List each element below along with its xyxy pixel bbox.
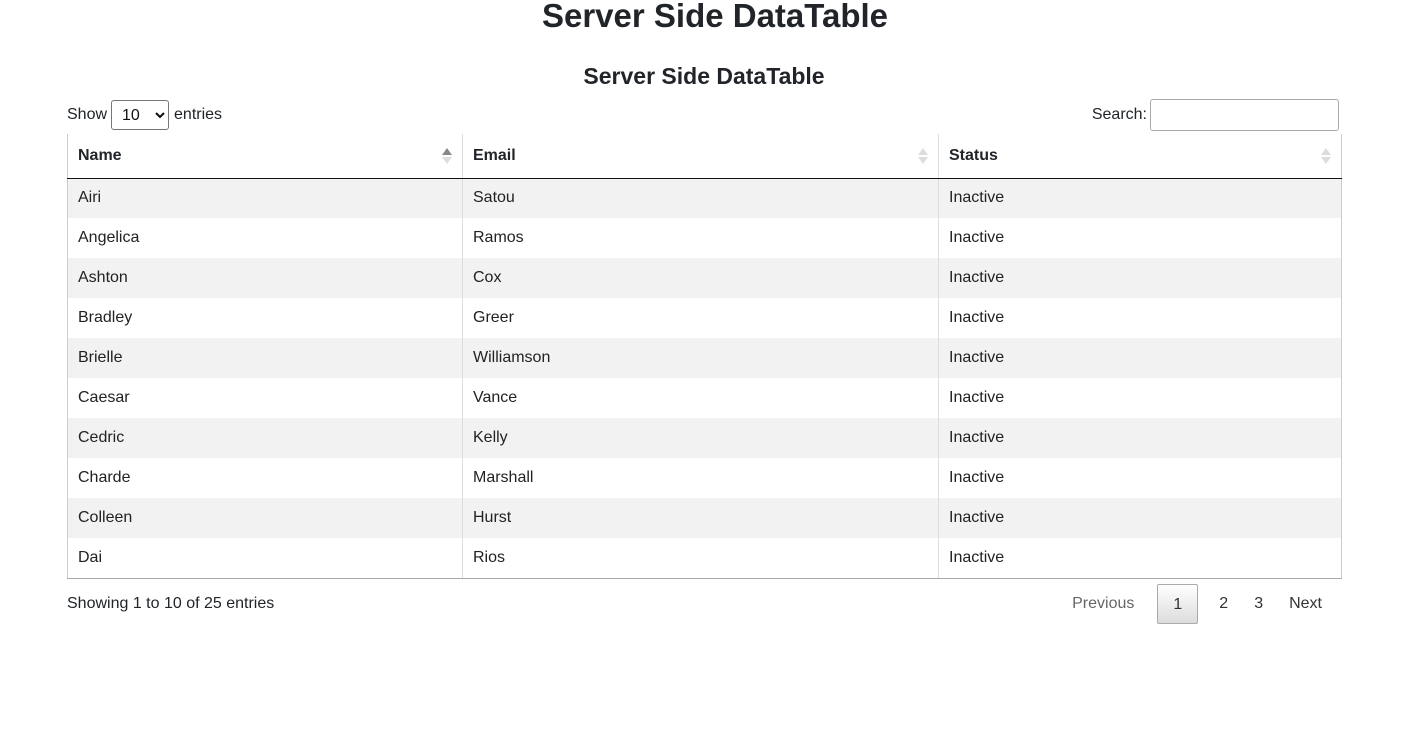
page-title: Server Side DataTable (541, 0, 889, 34)
cell-name: Ashton (67, 258, 463, 298)
table-row: Brielle Williamson Inactive (67, 338, 1342, 378)
cell-name: Dai (67, 538, 463, 579)
cell-name: Cedric (67, 418, 463, 458)
page-button-2[interactable]: 2 (1206, 584, 1241, 624)
cell-email: Greer (462, 298, 939, 338)
column-header-name[interactable]: Name (67, 134, 463, 179)
sort-both-icon (918, 148, 928, 164)
cell-status: Inactive (949, 269, 1005, 286)
search-input[interactable] (1150, 99, 1339, 131)
cell-status: Inactive (938, 538, 1342, 579)
table-footer: Showing 1 to 10 of 25 entries Previous 1… (67, 579, 1341, 627)
cell-name: Colleen (67, 498, 463, 538)
cell-email: Williamson (462, 338, 939, 378)
cell-email: Satou (462, 178, 939, 218)
cell-name: Brielle (67, 338, 463, 378)
search-label: Search: (1091, 106, 1147, 123)
column-header-email[interactable]: Email (462, 134, 939, 179)
data-table: Name Email Status Airi Satou Inactive An… (67, 134, 1342, 579)
cell-status: Inactive (949, 309, 1005, 326)
cell-status: Inactive (949, 509, 1005, 526)
cell-status: Inactive (949, 349, 1005, 366)
column-header-status[interactable]: Status (938, 134, 1342, 179)
column-header-label: Name (78, 146, 122, 164)
cell-status: Inactive (949, 429, 1005, 446)
sort-ascending-icon (442, 148, 452, 164)
cell-email: Hurst (462, 498, 939, 538)
table-info: Showing 1 to 10 of 25 entries (67, 594, 275, 612)
table-row: Cedric Kelly Inactive (67, 418, 1342, 458)
table-row: Angelica Ramos Inactive (67, 218, 1342, 258)
column-header-label: Status (949, 146, 998, 164)
cell-status: Inactive (949, 469, 1005, 486)
previous-page-button[interactable]: Previous (1059, 584, 1147, 624)
cell-email: Cox (462, 258, 939, 298)
table-title: Server Side DataTable (583, 63, 825, 89)
cell-email: Ramos (462, 218, 939, 258)
cell-email: Kelly (462, 418, 939, 458)
datatable-wrapper: Server Side DataTable Show 10 entries Se… (67, 56, 1342, 627)
cell-name: Airi (67, 178, 463, 218)
cell-email: Rios (462, 538, 939, 579)
cell-name: Charde (67, 458, 463, 498)
show-label: Show (67, 106, 108, 123)
page-button-3[interactable]: 3 (1241, 584, 1276, 624)
entries-label: entries (174, 106, 223, 123)
length-control: Show 10 entries (67, 100, 222, 130)
table-row: Ashton Cox Inactive (67, 258, 1342, 298)
cell-email: Marshall (462, 458, 939, 498)
sort-both-icon (1321, 148, 1331, 164)
table-row: Colleen Hurst Inactive (67, 498, 1342, 538)
cell-name: Caesar (67, 378, 463, 418)
table-row: Bradley Greer Inactive (67, 298, 1342, 338)
next-page-button[interactable]: Next (1276, 584, 1341, 624)
table-header-row: Name Email Status (67, 134, 1342, 179)
table-controls: Show 10 entries Search: (67, 98, 1341, 138)
table-row: Charde Marshall Inactive (67, 458, 1342, 498)
pagination: Previous 1 2 3 Next (1059, 583, 1341, 624)
cell-status: Inactive (949, 189, 1005, 207)
table-row: Airi Satou Inactive (67, 178, 1342, 218)
cell-name: Angelica (67, 218, 463, 258)
table-row: Dai Rios Inactive (67, 538, 1342, 579)
cell-status: Inactive (949, 229, 1005, 246)
cell-email: Vance (462, 378, 939, 418)
search-control: Search: (1092, 99, 1339, 131)
cell-name: Bradley (67, 298, 463, 338)
page-button-1[interactable]: 1 (1157, 583, 1199, 624)
cell-status: Inactive (949, 389, 1005, 406)
column-header-label: Email (473, 146, 516, 164)
entries-per-page-select[interactable]: 10 (111, 100, 170, 130)
table-row: Caesar Vance Inactive (67, 378, 1342, 418)
